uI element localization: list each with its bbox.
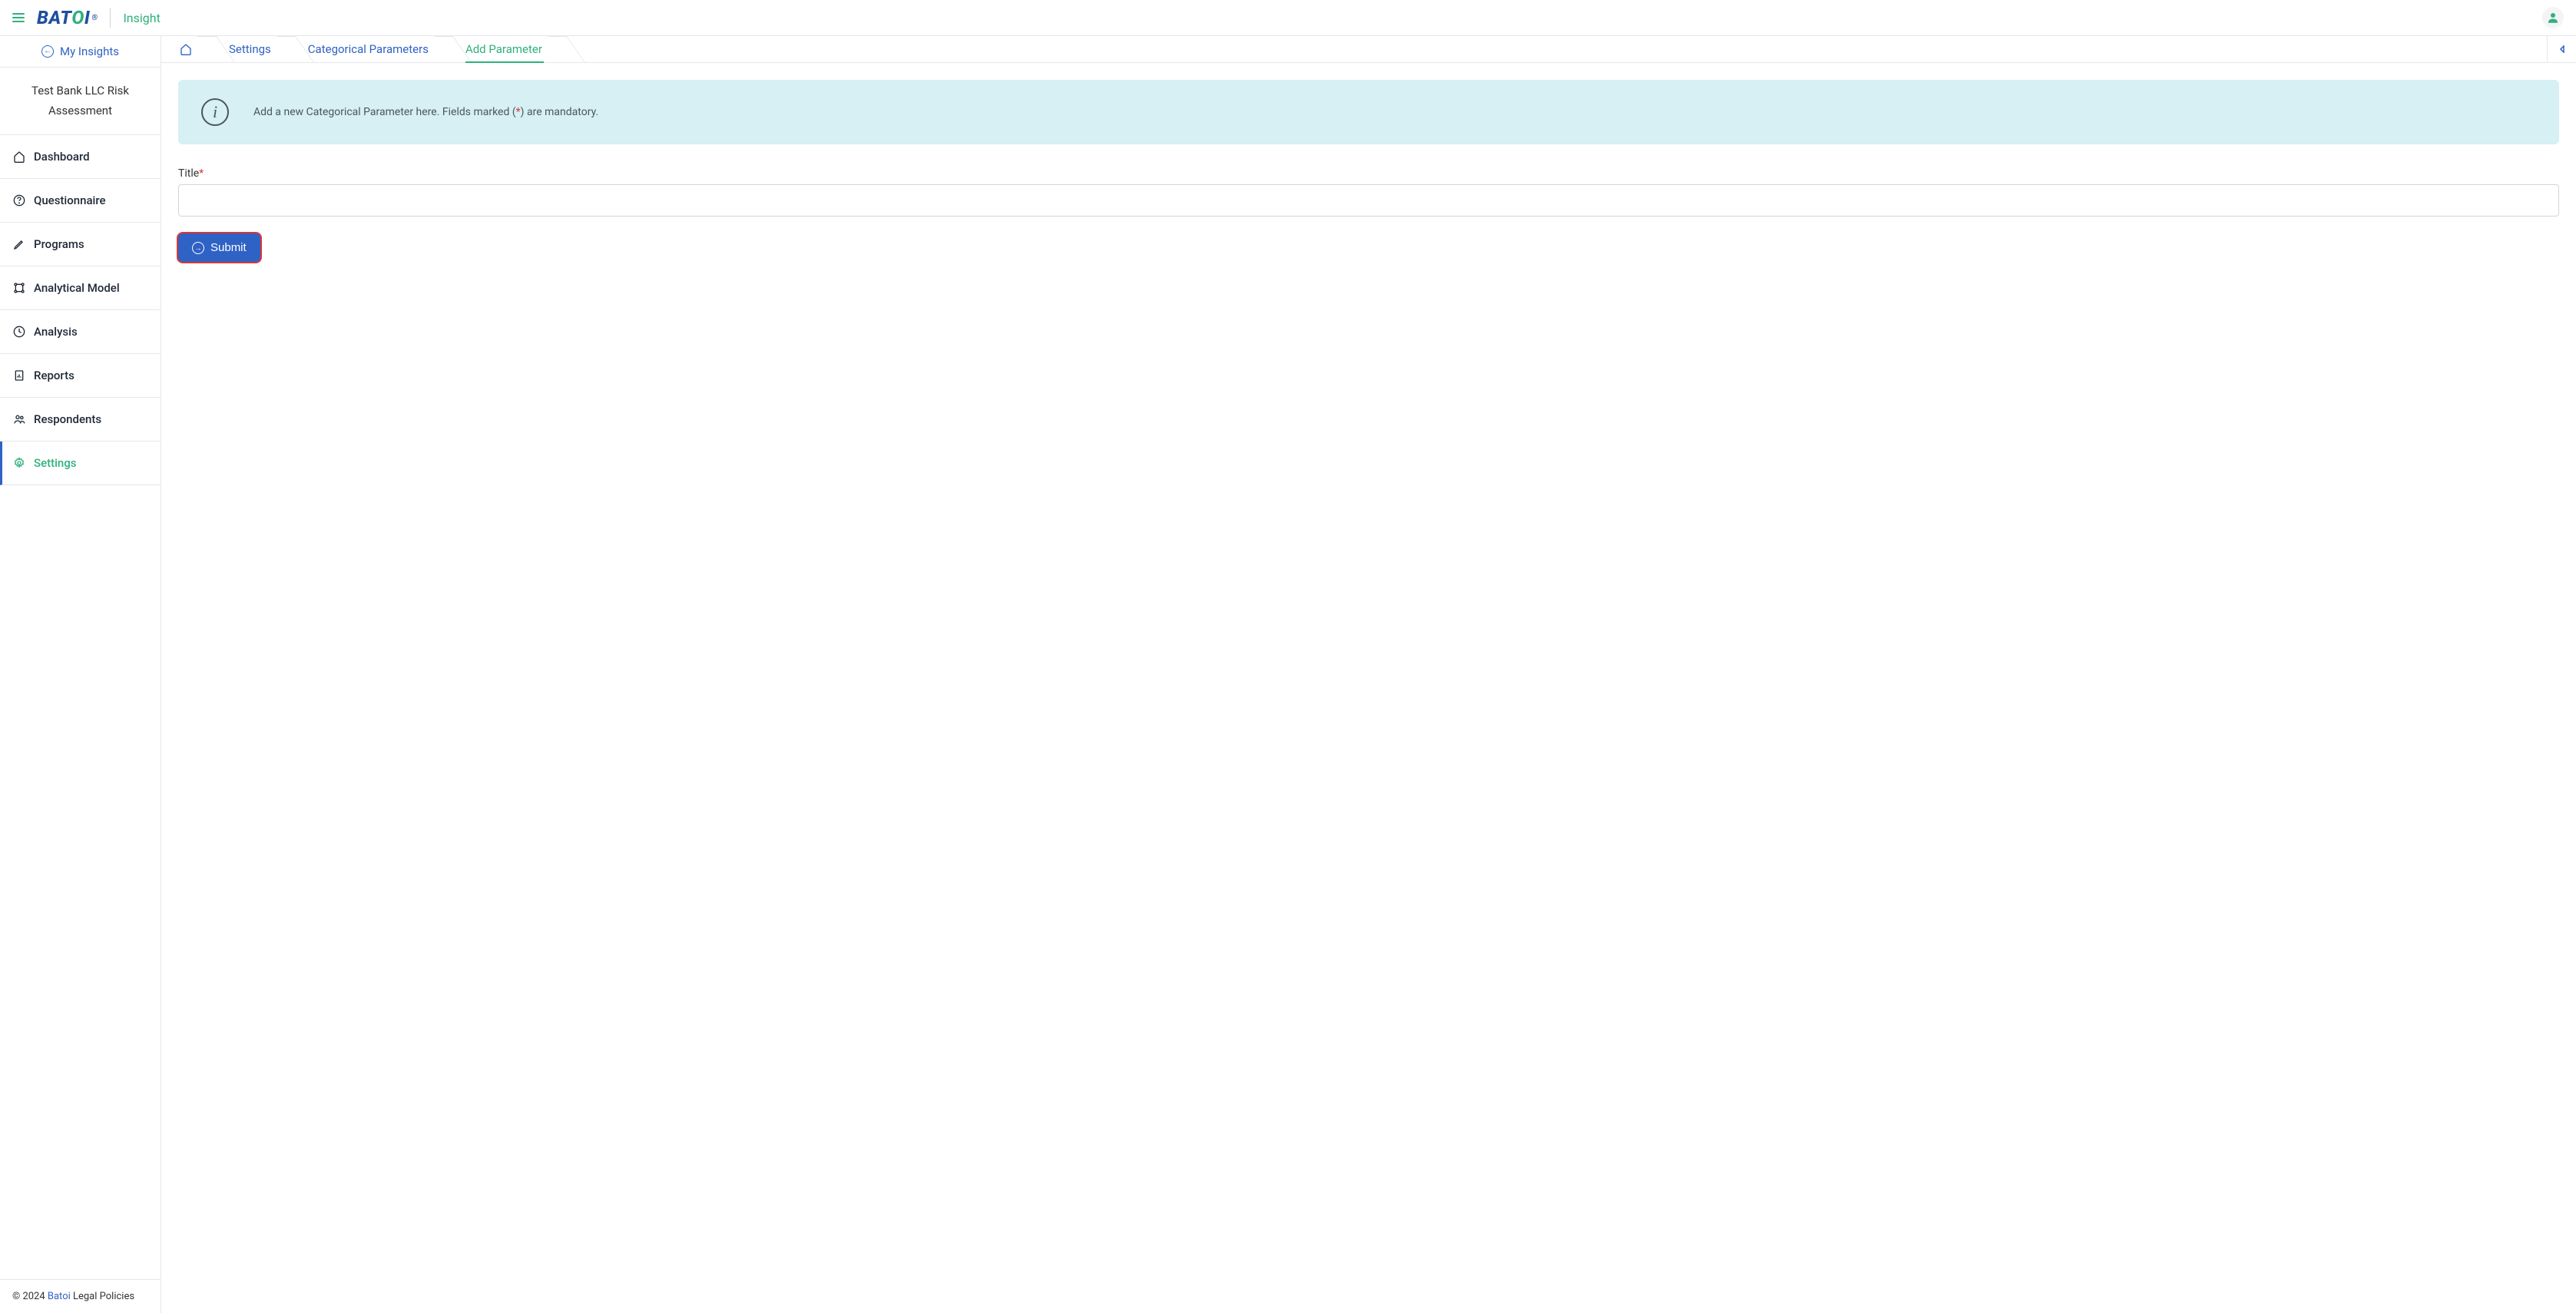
- home-icon: [12, 150, 26, 164]
- logo-area: BATOI® Insight: [37, 7, 161, 28]
- info-banner: i Add a new Categorical Parameter here. …: [178, 80, 2559, 144]
- project-title: Test Bank LLC Risk Assessment: [0, 68, 161, 135]
- content-body: i Add a new Categorical Parameter here. …: [161, 63, 2576, 1313]
- required-asterisk: *: [199, 167, 204, 180]
- breadcrumb-list: Settings Categorical Parameters Add Para…: [161, 36, 558, 62]
- nav-reports[interactable]: Reports: [0, 354, 161, 398]
- gear-icon: [12, 456, 26, 470]
- nav-respondents[interactable]: Respondents: [0, 398, 161, 442]
- my-insights-label: My Insights: [60, 45, 119, 58]
- nav-analysis[interactable]: Analysis: [0, 310, 161, 354]
- info-text: Add a new Categorical Parameter here. Fi…: [253, 106, 598, 118]
- breadcrumb-active-underline: [465, 61, 544, 63]
- nav-dashboard[interactable]: Dashboard: [0, 135, 161, 179]
- nav-questionnaire[interactable]: Questionnaire: [0, 179, 161, 223]
- my-insights-link[interactable]: ← My Insights: [0, 36, 161, 68]
- breadcrumb-label: Settings: [229, 42, 271, 56]
- nav-label: Questionnaire: [34, 193, 106, 207]
- question-circle-icon: [12, 193, 26, 207]
- nav-label: Reports: [34, 369, 74, 382]
- model-icon: [12, 281, 26, 295]
- nav-label: Analysis: [34, 325, 78, 339]
- form-group-title: Title*: [178, 167, 2559, 217]
- breadcrumb-label: Categorical Parameters: [308, 42, 429, 56]
- footer-copyright-prefix: © 2024: [12, 1291, 48, 1302]
- app-name[interactable]: Insight: [123, 11, 160, 25]
- title-label-text: Title: [178, 167, 199, 180]
- breadcrumb-collapse-button[interactable]: [2547, 36, 2576, 62]
- footer-copyright-suffix: Legal Policies: [71, 1291, 134, 1302]
- logo-divider: [110, 8, 111, 28]
- user-avatar[interactable]: [2542, 7, 2564, 28]
- top-header: BATOI® Insight: [0, 0, 2576, 36]
- nav-label: Programs: [34, 237, 84, 251]
- nav-analytical-model[interactable]: Analytical Model: [0, 266, 161, 310]
- home-icon: [180, 43, 192, 55]
- clock-icon: [12, 325, 26, 339]
- submit-label: Submit: [210, 241, 247, 254]
- breadcrumb-add-parameter[interactable]: Add Parameter: [444, 36, 558, 62]
- main-wrapper: ← My Insights Test Bank LLC Risk Assessm…: [0, 36, 2576, 1313]
- arrow-circle-right-icon: →: [192, 242, 204, 254]
- submit-button[interactable]: → Submit: [178, 233, 260, 262]
- triangle-left-icon: [2558, 45, 2566, 53]
- nav-label: Settings: [34, 456, 77, 470]
- nav-programs[interactable]: Programs: [0, 223, 161, 266]
- info-text-before: Add a new Categorical Parameter here. Fi…: [253, 106, 516, 118]
- user-icon: [2546, 11, 2560, 25]
- hamburger-icon[interactable]: [12, 13, 25, 22]
- nav-label: Respondents: [34, 412, 101, 426]
- title-label: Title*: [178, 167, 2559, 180]
- content-area: Settings Categorical Parameters Add Para…: [161, 36, 2576, 1313]
- pen-icon: [12, 237, 26, 251]
- sidebar: ← My Insights Test Bank LLC Risk Assessm…: [0, 36, 161, 1313]
- breadcrumb-bar: Settings Categorical Parameters Add Para…: [161, 36, 2576, 63]
- breadcrumb-categorical-parameters[interactable]: Categorical Parameters: [286, 36, 444, 62]
- report-icon: [12, 369, 26, 382]
- title-input[interactable]: [178, 184, 2559, 217]
- info-text-after: ) are mandatory.: [521, 106, 599, 118]
- nav-settings[interactable]: Settings: [0, 442, 161, 485]
- nav-section: Dashboard Questionnaire Programs Analyti…: [0, 135, 161, 1279]
- back-circle-icon: ←: [41, 45, 54, 58]
- users-icon: [12, 412, 26, 426]
- footer: © 2024 Batoi Legal Policies: [0, 1279, 161, 1313]
- nav-label: Analytical Model: [34, 281, 120, 295]
- breadcrumb-home[interactable]: [169, 36, 207, 62]
- info-icon: i: [201, 98, 229, 126]
- logo[interactable]: BATOI®: [37, 7, 98, 28]
- breadcrumb-settings[interactable]: Settings: [207, 36, 286, 62]
- top-header-left: BATOI® Insight: [12, 7, 161, 28]
- breadcrumb-label: Add Parameter: [465, 42, 542, 56]
- nav-label: Dashboard: [34, 150, 90, 164]
- footer-batoi-link[interactable]: Batoi: [48, 1291, 71, 1302]
